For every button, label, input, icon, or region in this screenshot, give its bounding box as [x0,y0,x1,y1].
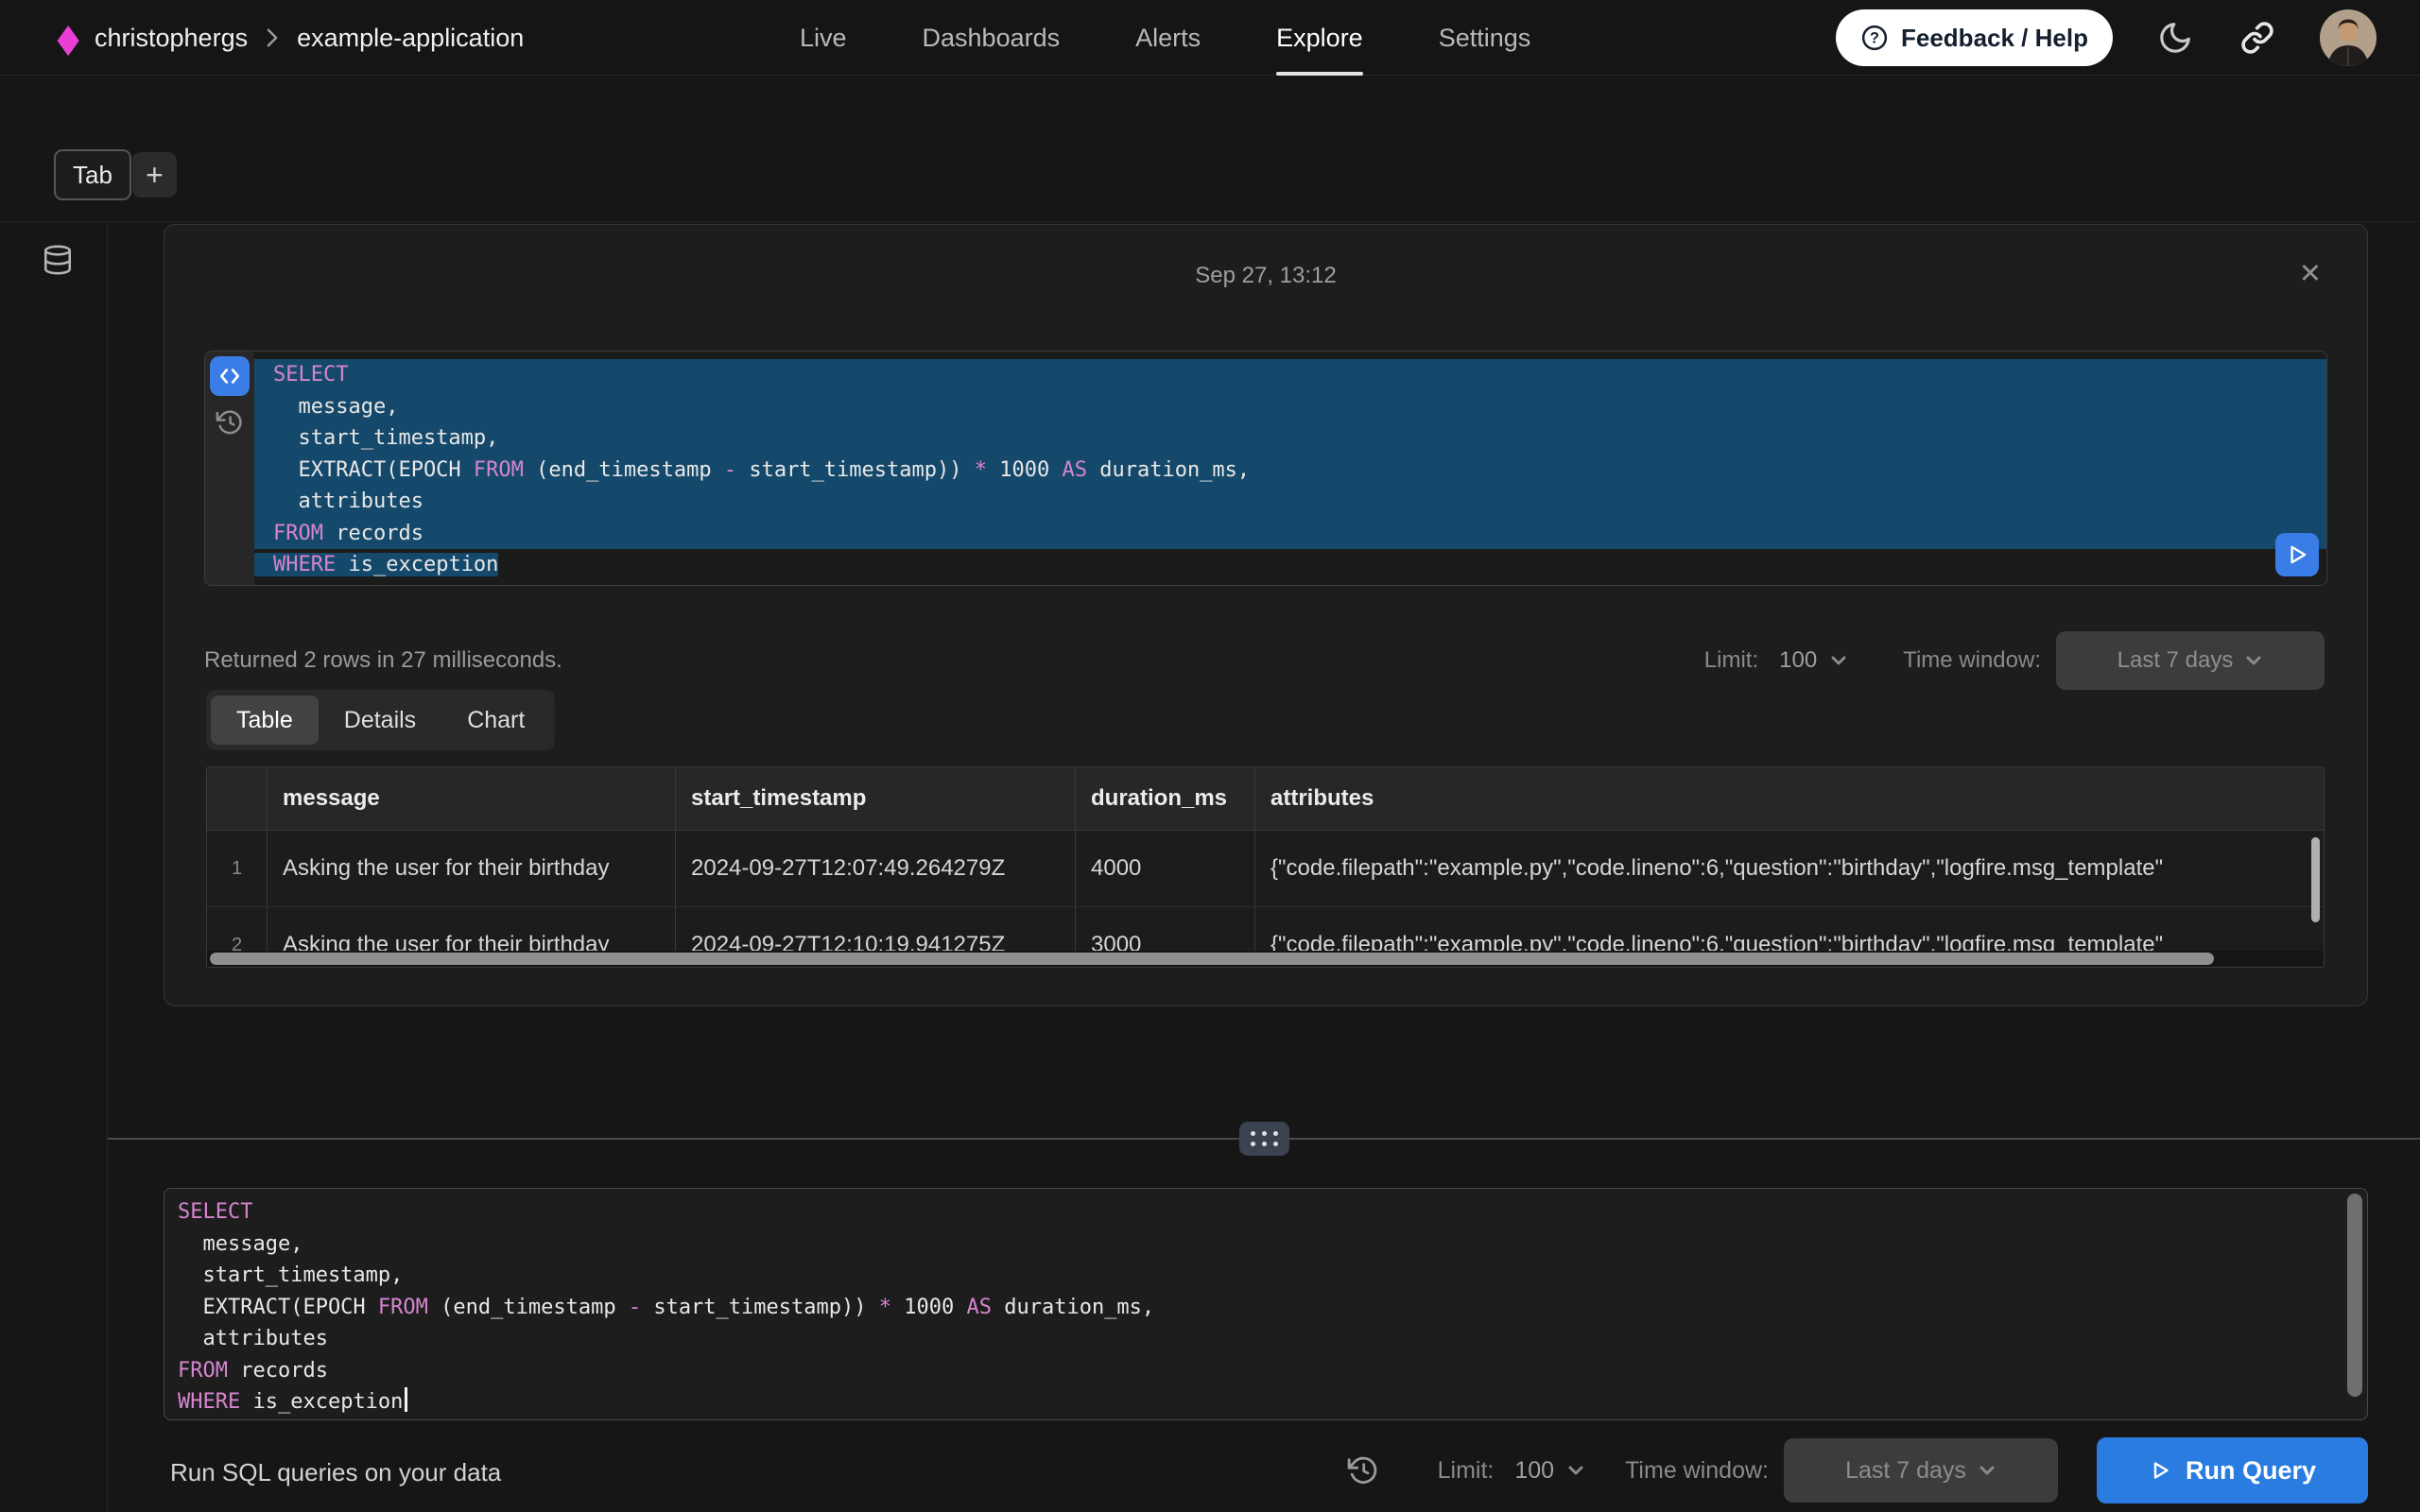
sql-line: message, [164,1228,2367,1261]
sql-line: FROM records [254,518,2326,550]
time-window-label: Time window: [1625,1457,1769,1485]
table-header-row: message start_timestamp duration_ms attr… [207,767,2324,831]
pane-splitter-handle[interactable] [1239,1122,1289,1156]
row-number-header [207,767,268,830]
run-query-icon-button[interactable] [2275,533,2319,576]
chevron-down-icon [1829,655,1848,666]
breadcrumb-org[interactable]: christophergs [95,24,248,53]
result-controls: Limit: 100 Time window: Last 7 days [1704,631,2325,690]
chevron-down-icon [2244,655,2263,666]
table-row[interactable]: 1 Asking the user for their birthday 202… [207,831,2324,907]
footer-controls: Limit: 100 Time window: Last 7 days Run … [1347,1437,2368,1503]
breadcrumb: christophergs example-application [95,0,524,76]
chevron-right-icon [265,27,280,48]
result-timestamp: Sep 27, 13:12 [164,263,2367,289]
sidebar-divider [107,222,108,1512]
executed-sql-editor[interactable]: SELECT message, start_timestamp, EXTRACT… [204,351,2327,586]
table-horizontal-scrollbar-track [207,951,2324,967]
share-link-icon[interactable] [2240,21,2274,55]
limit-value: 100 [1514,1457,1554,1485]
play-icon [2149,1459,2171,1482]
nav-item-alerts[interactable]: Alerts [1135,0,1201,76]
tab-chart[interactable]: Chart [441,696,550,745]
limit-value: 100 [1779,647,1817,674]
top-nav-bar: ◆ christophergs example-application Live… [0,0,2420,76]
chevron-down-icon [1978,1465,1996,1476]
sql-line: attributes [164,1323,2367,1355]
view-switcher: Table Details Chart [206,690,555,750]
limit-label: Limit: [1438,1457,1495,1485]
row-number: 1 [207,831,268,906]
column-header-start-timestamp: start_timestamp [676,767,1076,830]
nav-item-dashboards[interactable]: Dashboards [923,0,1061,76]
sql-line: WHERE is_exception [254,549,2326,581]
query-result-card: Sep 27, 13:12 ✕ SELECT message, start_ti… [164,224,2368,1006]
column-header-attributes: attributes [1255,767,2324,830]
question-circle-icon: ? [1860,24,1889,52]
cell-message: Asking the user for their birthday [268,831,676,906]
sql-line: SELECT [254,359,2326,391]
sql-line: EXTRACT(EPOCH FROM (end_timestamp - star… [254,455,2326,487]
column-header-duration-ms: duration_ms [1076,767,1255,830]
time-window-value: Last 7 days [1845,1457,1966,1485]
sql-line: WHERE is_exception [164,1386,2367,1418]
code-mode-icon[interactable] [210,356,250,396]
header-actions: ? Feedback / Help [1836,0,2377,76]
query-history-icon[interactable] [216,408,244,437]
tab-table[interactable]: Table [211,696,319,745]
history-icon[interactable] [1347,1454,1379,1486]
sql-query-editor[interactable]: SELECT message, start_timestamp, EXTRACT… [164,1188,2368,1420]
sql-line: EXTRACT(EPOCH FROM (end_timestamp - star… [164,1292,2367,1324]
tab-details[interactable]: Details [319,696,441,745]
sql-line: SELECT [164,1196,2367,1228]
editor-gutter [205,352,254,585]
time-window-dropdown[interactable]: Last 7 days [2056,631,2325,690]
table-vertical-scrollbar[interactable] [2311,837,2320,922]
result-status-text: Returned 2 rows in 27 milliseconds. [204,647,562,674]
database-schema-icon[interactable] [42,244,74,276]
close-icon[interactable]: ✕ [2299,257,2322,290]
footer-hint-text: Run SQL queries on your data [170,1458,501,1487]
run-query-label: Run Query [2186,1456,2316,1486]
dark-mode-moon-icon[interactable] [2157,20,2193,56]
time-window-label: Time window: [1903,647,2041,674]
column-header-message: message [268,767,676,830]
results-table: message start_timestamp duration_ms attr… [206,766,2325,968]
feedback-help-label: Feedback / Help [1901,24,2088,53]
sql-line: start_timestamp, [164,1260,2367,1292]
table-horizontal-scrollbar[interactable] [210,953,2214,965]
sql-line: attributes [254,486,2326,518]
limit-label: Limit: [1704,647,1758,674]
main-nav: Live Dashboards Alerts Explore Settings [800,0,1530,76]
feedback-help-button[interactable]: ? Feedback / Help [1836,9,2113,66]
sql-code-selected[interactable]: SELECT message, start_timestamp, EXTRACT… [254,352,2326,585]
breadcrumb-project[interactable]: example-application [297,24,524,53]
cell-start-timestamp: 2024-09-27T12:07:49.264279Z [676,831,1076,906]
sql-line: start_timestamp, [254,422,2326,455]
run-query-button[interactable]: Run Query [2097,1437,2368,1503]
logfire-logo-icon[interactable]: ◆ [58,8,79,68]
nav-item-settings[interactable]: Settings [1439,0,1531,76]
query-tab[interactable]: Tab [54,149,131,200]
svg-text:?: ? [1870,30,1879,47]
drag-dots-icon [1251,1131,1278,1146]
time-window-dropdown[interactable]: Last 7 days [1784,1438,2058,1503]
editor-vertical-scrollbar[interactable] [2347,1194,2362,1397]
tab-strip-divider [0,221,2420,222]
sql-line: message, [254,391,2326,423]
chevron-down-icon [1566,1465,1585,1476]
text-cursor [405,1387,407,1412]
time-window-value: Last 7 days [2118,647,2234,674]
result-status-row: Returned 2 rows in 27 milliseconds. Limi… [204,631,2325,690]
cell-duration-ms: 4000 [1076,831,1255,906]
sql-line: FROM records [164,1355,2367,1387]
nav-item-live[interactable]: Live [800,0,847,76]
cell-attributes: {"code.filepath":"example.py","code.line… [1255,831,2324,906]
limit-dropdown[interactable]: 100 [1779,647,1848,674]
user-avatar[interactable] [2320,9,2377,66]
add-tab-button[interactable]: + [132,152,177,198]
limit-dropdown[interactable]: 100 [1514,1457,1585,1485]
nav-item-explore[interactable]: Explore [1276,0,1363,76]
